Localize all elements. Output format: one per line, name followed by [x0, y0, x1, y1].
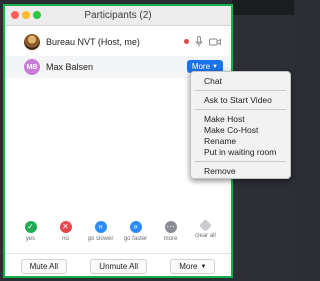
reaction-label: go slower [87, 236, 114, 242]
background-strip [232, 0, 294, 15]
participant-name: Bureau NVT (Host, me) [46, 37, 140, 47]
participant-context-menu: Chat Ask to Start Video Make Host Make C… [190, 71, 291, 179]
reaction-label: no [62, 236, 69, 242]
reaction-yes[interactable]: ✓ yes [18, 221, 44, 242]
chevron-down-icon: ▼ [212, 63, 218, 70]
recording-indicator-icon [184, 39, 189, 44]
rewind-icon: « [94, 221, 107, 233]
reaction-go-faster[interactable]: » go faster [123, 221, 149, 242]
reaction-no[interactable]: ✕ no [53, 221, 79, 242]
bottom-toolbar: Mute All Unmute All More ▼ [5, 253, 231, 276]
mute-all-button[interactable]: Mute All [20, 259, 68, 274]
reaction-label: more [163, 236, 178, 242]
menu-divider [195, 161, 286, 162]
nonverbal-feedback-bar: ✓ yes ✕ no « go slower » go faster ⋯ mor… [5, 219, 231, 242]
menu-item-ask-to-start-video[interactable]: Ask to Start Video [204, 95, 272, 105]
more-options-button[interactable]: More ▼ [170, 259, 216, 274]
reaction-clear-all[interactable]: clear all [193, 219, 219, 242]
participant-name: Max Balsen [46, 62, 94, 72]
menu-item-remove[interactable]: Remove [204, 166, 236, 176]
avatar: MB [24, 59, 40, 75]
reaction-more[interactable]: ⋯ more [158, 221, 184, 242]
menu-divider [195, 109, 286, 110]
menu-item-chat[interactable]: Chat [204, 76, 222, 86]
reaction-go-slower[interactable]: « go slower [88, 221, 114, 242]
more-options-label: More [179, 262, 198, 271]
window-title: Participants (2) [84, 10, 152, 21]
menu-divider [195, 90, 286, 91]
ellipsis-icon: ⋯ [164, 221, 177, 233]
reaction-label: yes [25, 236, 36, 242]
unmute-all-button[interactable]: Unmute All [90, 259, 147, 274]
x-icon: ✕ [59, 221, 72, 233]
more-button-label: More [191, 62, 211, 71]
avatar [24, 34, 40, 50]
video-camera-icon[interactable] [209, 38, 221, 46]
fast-forward-icon: » [129, 221, 142, 233]
reaction-label: clear all [195, 233, 216, 239]
diamond-icon [199, 219, 212, 232]
menu-item-put-in-waiting-room[interactable]: Put in waiting room [204, 147, 276, 157]
participant-row[interactable]: Bureau NVT (Host, me) [5, 31, 231, 53]
title-bar[interactable]: Participants (2) [5, 6, 231, 26]
chevron-down-icon: ▼ [200, 263, 207, 270]
reaction-label: go faster [123, 236, 148, 242]
menu-item-make-co-host[interactable]: Make Co-Host [204, 125, 258, 135]
menu-item-rename[interactable]: Rename [204, 136, 236, 146]
check-icon: ✓ [24, 221, 37, 233]
microphone-icon[interactable] [195, 36, 203, 47]
menu-item-make-host[interactable]: Make Host [204, 114, 245, 124]
